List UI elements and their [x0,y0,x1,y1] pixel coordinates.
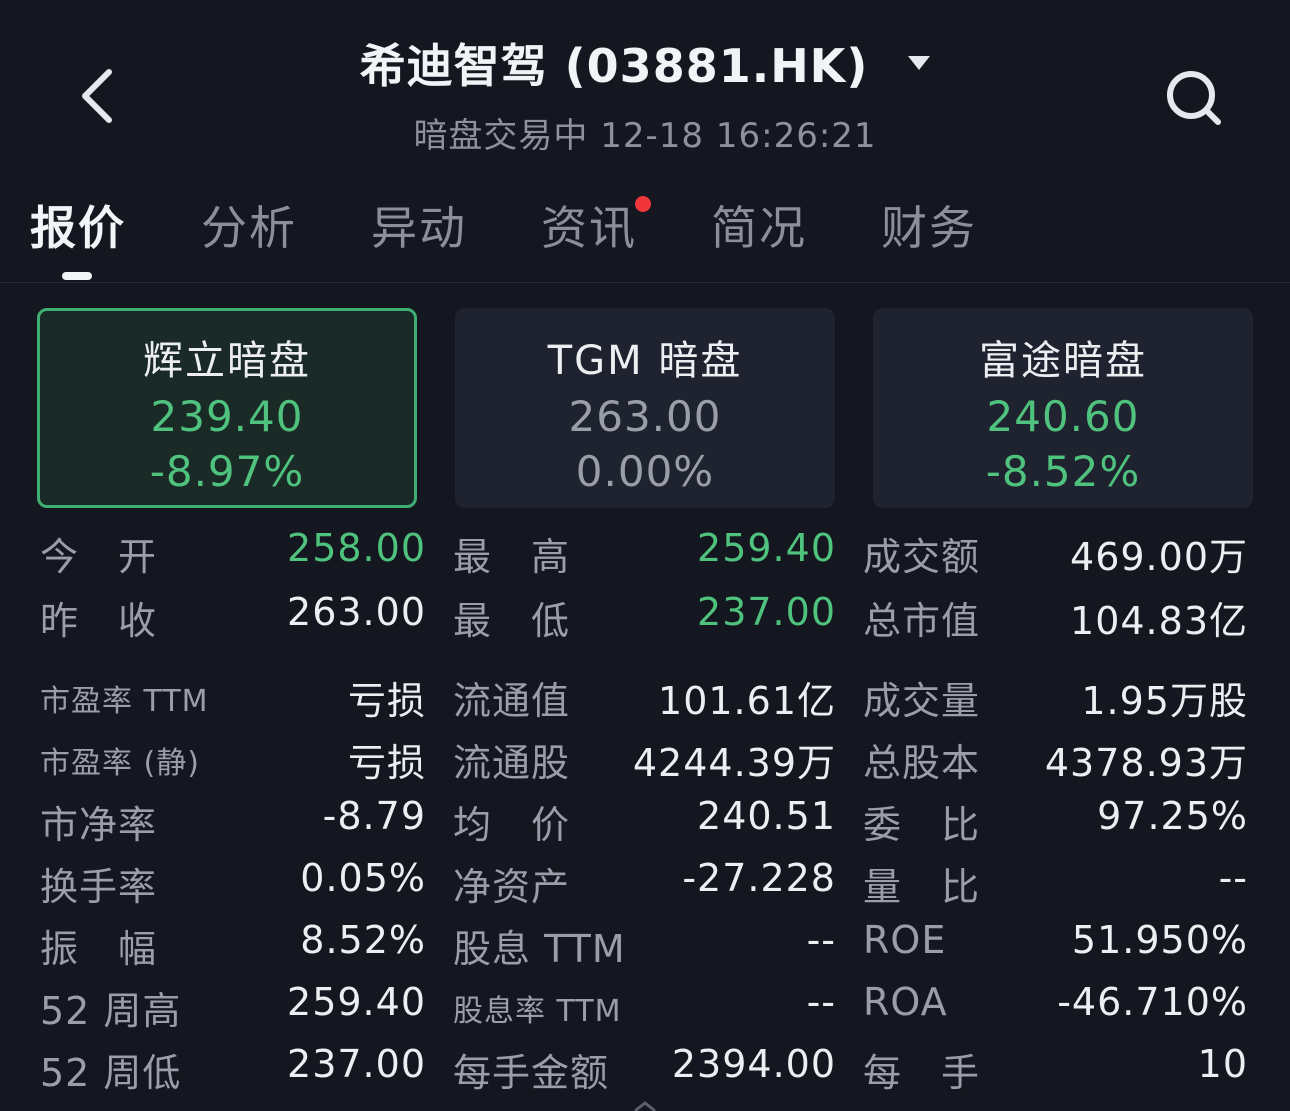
dark-pool-price: 239.40 [150,392,304,441]
stat-value-avg-price: 240.51 [697,794,836,838]
stat-label-turnover-rate: 换手率 [40,865,158,909]
stats-row: 换手率 0.05% 净资产 -27.228 量 比 -- [0,856,1290,916]
stat-value-prev-close: 263.00 [287,590,426,634]
stat-label-roa: ROA [863,980,948,1024]
tab-label: 报价 [30,201,126,255]
dark-pool-price: 240.60 [986,392,1140,441]
stock-switcher[interactable]: 希迪智驾 (03881.HK) [360,30,931,96]
stat-value-lot-amount: 2394.00 [671,1042,836,1086]
stat-label-net-assets: 净资产 [453,865,571,909]
stats-row: 市净率 -8.79 均 价 240.51 委 比 97.25% [0,794,1290,854]
stat-value-52w-high: 259.40 [287,980,426,1024]
tab-quote[interactable]: 报价 [30,192,126,272]
stock-quote-page: 希迪智驾 (03881.HK) 暗盘交易中 12-18 16:26:21 报价 … [0,0,1290,1111]
dark-pool-change: -8.97% [149,447,305,496]
stat-label-float-shares: 流通股 [453,741,571,785]
dark-pool-card-phillip[interactable]: 辉立暗盘 239.40 -8.97% [37,308,417,508]
stat-value-lot-size: 10 [1197,1042,1248,1086]
search-button[interactable] [1152,56,1236,140]
dark-pool-name: 辉立暗盘 [143,338,311,384]
active-tab-indicator [62,272,92,280]
trading-status: 暗盘交易中 12-18 16:26:21 [413,116,877,156]
stat-label-pe-static: 市盈率 (静) [40,746,200,781]
dark-pool-price: 263.00 [568,392,722,441]
stat-label-low: 最 低 [453,599,571,643]
caret-down-icon [908,56,931,70]
stat-label-bid-ask-ratio: 委 比 [863,803,981,847]
stat-label-turnover: 成交额 [863,535,981,579]
stat-label-lot-amount: 每手金额 [453,1051,610,1095]
stat-label-52w-low: 52 周低 [40,1051,182,1095]
dark-pool-card-futu[interactable]: 富途暗盘 240.60 -8.52% [873,308,1253,508]
tab-label: 异动 [371,201,467,255]
stat-value-total-shares: 4378.93万 [1044,741,1248,785]
tab-label: 分析 [201,201,297,255]
stats-row: 昨 收 263.00 最 低 237.00 总市值 104.83亿 [0,590,1290,650]
stat-value-roe: 51.950% [1071,918,1248,962]
stat-value-market-cap: 104.83亿 [1070,599,1248,643]
stat-value-turnover: 469.00万 [1070,535,1248,579]
stat-label-volume: 成交量 [863,679,981,723]
tab-profile[interactable]: 简况 [711,192,807,272]
stats-row: 市盈率 TTM 亏损 流通值 101.61亿 成交量 1.95万股 [0,670,1290,730]
search-icon [1167,71,1221,125]
stat-label-prev-close: 昨 收 [40,599,158,643]
expand-chevron-icon[interactable] [633,1100,657,1111]
stat-value-high: 259.40 [697,526,836,570]
stat-label-amplitude: 振 幅 [40,927,158,971]
stat-label-dividend-ttm: 股息 TTM [453,927,626,971]
stat-label-total-shares: 总股本 [863,741,981,785]
stat-value-float-value: 101.61亿 [658,679,836,723]
tab-financials[interactable]: 财务 [881,192,977,272]
stat-label-roe: ROE [863,918,947,962]
stat-label-pb: 市净率 [40,803,158,847]
stat-value-bid-ask-ratio: 97.25% [1097,794,1248,838]
page-title: 希迪智驾 (03881.HK) [359,39,869,93]
dark-pool-card-tgm[interactable]: TGM 暗盘 263.00 0.00% [455,308,835,508]
stat-value-float-shares: 4244.39万 [632,741,836,785]
stat-label-market-cap: 总市值 [863,599,981,643]
header: 希迪智驾 (03881.HK) 暗盘交易中 12-18 16:26:21 [0,30,1290,157]
stat-value-amplitude: 8.52% [300,918,426,962]
stats-row: 振 幅 8.52% 股息 TTM -- ROE 51.950% [0,918,1290,978]
stat-label-dividend-yield-ttm: 股息率 TTM [453,994,622,1029]
stats-row: 今 开 258.00 最 高 259.40 成交额 469.00万 [0,526,1290,586]
unread-badge [635,196,651,212]
stat-label-open: 今 开 [40,535,158,579]
stat-label-lot-size: 每 手 [863,1051,981,1095]
stat-value-roa: -46.710% [1057,980,1248,1024]
tab-bar: 报价 分析 异动 资讯 简况 财务 [0,192,1290,283]
stat-value-open: 258.00 [287,526,426,570]
dark-pool-name: TGM 暗盘 [547,338,743,384]
stat-value-volume: 1.95万股 [1081,679,1248,723]
stat-label-pe-ttm: 市盈率 TTM [40,684,209,719]
stat-label-52w-high: 52 周高 [40,989,182,1033]
dark-pool-change: 0.00% [575,447,715,496]
stat-label-float-value: 流通值 [453,679,571,723]
stat-value-low: 237.00 [697,590,836,634]
stat-value-52w-low: 237.00 [287,1042,426,1086]
stat-value-dividend-yield-ttm: -- [806,980,836,1024]
dark-pool-name: 富途暗盘 [979,338,1147,384]
tab-label: 财务 [881,201,977,255]
stat-value-turnover-rate: 0.05% [300,856,426,900]
tab-label: 资讯 [541,201,637,255]
stat-label-avg-price: 均 价 [453,803,571,847]
stat-value-pb: -8.79 [322,794,426,838]
tab-movement[interactable]: 异动 [371,192,467,272]
stats-row: 52 周低 237.00 每手金额 2394.00 每 手 10 [0,1042,1290,1102]
dark-pool-change: -8.52% [985,447,1141,496]
stats-row: 52 周高 259.40 股息率 TTM -- ROA -46.710% [0,980,1290,1040]
tab-analysis[interactable]: 分析 [201,192,297,272]
stat-value-pe-ttm: 亏损 [347,679,426,723]
stat-value-dividend-ttm: -- [806,918,836,962]
tab-news[interactable]: 资讯 [541,192,651,272]
stat-value-net-assets: -27.228 [682,856,836,900]
stat-label-high: 最 高 [453,535,571,579]
stat-value-pe-static: 亏损 [347,741,426,785]
stats-row: 市盈率 (静) 亏损 流通股 4244.39万 总股本 4378.93万 [0,732,1290,792]
stat-value-volume-ratio: -- [1218,856,1248,900]
tab-label: 简况 [711,201,807,255]
stat-label-volume-ratio: 量 比 [863,865,981,909]
